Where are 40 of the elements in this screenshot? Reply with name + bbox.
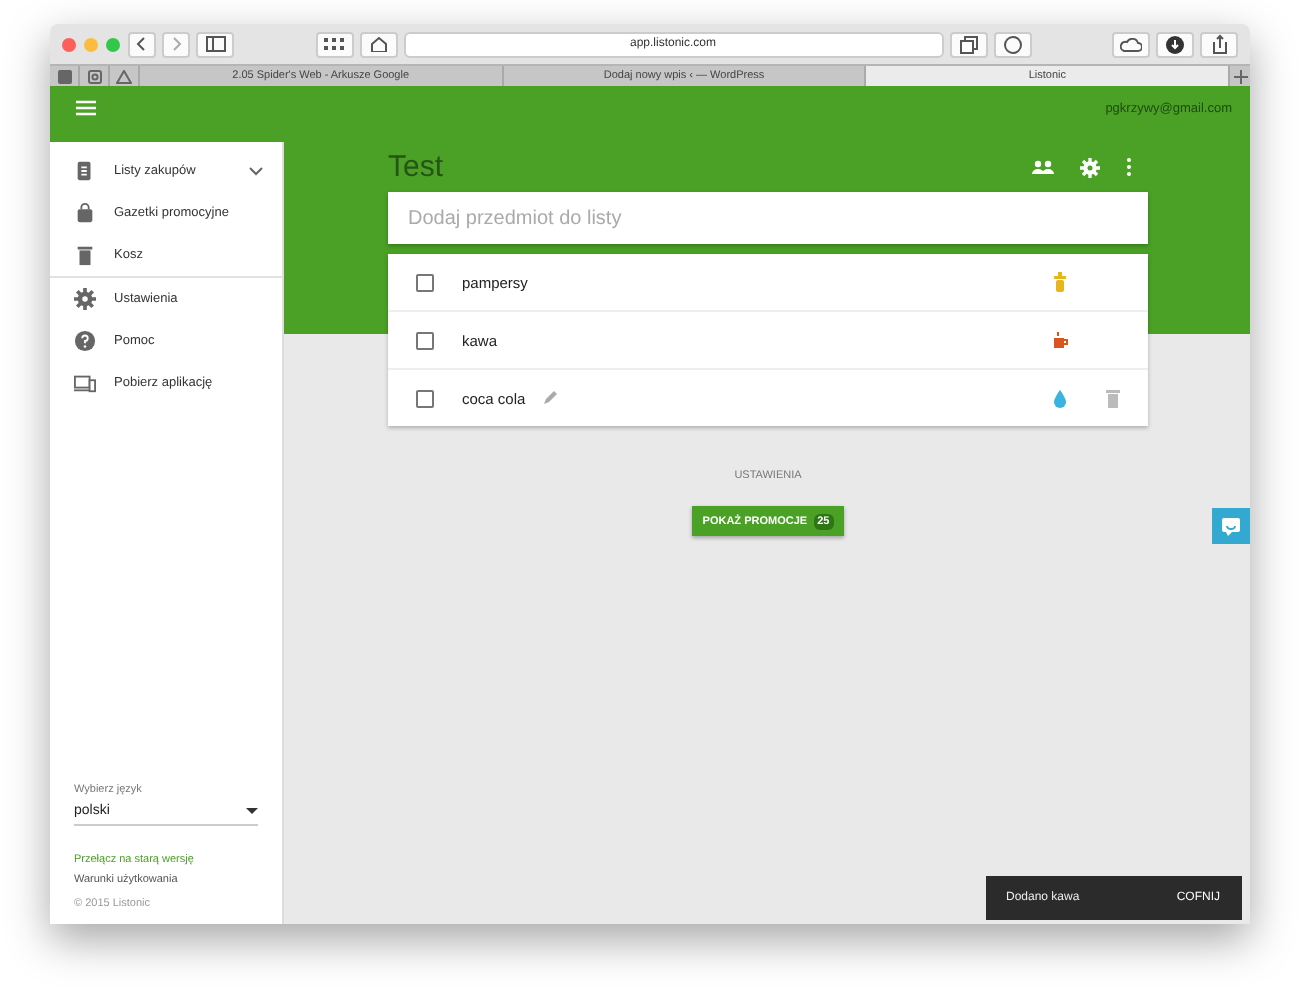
grid-icon — [324, 38, 344, 50]
caret-icon — [246, 808, 258, 814]
chat-icon — [1222, 517, 1240, 535]
grid-button[interactable] — [315, 31, 353, 57]
drop-icon[interactable] — [1052, 388, 1068, 408]
sidebar-icon — [205, 36, 225, 52]
tabs-button[interactable] — [949, 31, 987, 57]
list-title: Test — [388, 150, 446, 184]
zoom-button[interactable] — [106, 37, 120, 51]
cup-icon[interactable] — [1052, 330, 1068, 350]
checkbox[interactable] — [416, 331, 434, 349]
settings-icon — [74, 288, 96, 310]
help-icon — [74, 330, 96, 352]
list-icon — [74, 160, 96, 182]
home-icon — [369, 36, 387, 52]
home-button[interactable] — [359, 31, 397, 57]
menu-icon[interactable] — [76, 100, 96, 116]
tabs-icon — [959, 35, 977, 53]
bottle-icon[interactable] — [1052, 272, 1068, 292]
checkbox[interactable] — [416, 273, 434, 291]
trash-icon[interactable] — [1106, 389, 1120, 407]
add-item-field[interactable]: Dodaj przedmiot do listy — [388, 192, 1148, 244]
checkbox[interactable] — [416, 389, 434, 407]
devices-icon — [74, 372, 96, 394]
download-icon[interactable] — [1156, 31, 1194, 57]
pencil-icon[interactable] — [541, 390, 558, 406]
chevron-down-icon[interactable] — [248, 166, 264, 176]
sidebar-toggle-button[interactable] — [196, 31, 234, 57]
close-button[interactable] — [62, 37, 76, 51]
cloud-icon[interactable] — [1112, 31, 1150, 57]
chevron-left-icon — [134, 36, 150, 52]
chevron-right-icon — [168, 36, 184, 52]
share-icon[interactable] — [1200, 31, 1238, 57]
chat-button[interactable] — [1212, 508, 1250, 544]
people-icon[interactable] — [1032, 160, 1054, 174]
more-icon[interactable] — [1126, 158, 1132, 176]
trash-icon — [74, 244, 96, 266]
settings-icon[interactable] — [1080, 157, 1100, 177]
back-button[interactable] — [128, 31, 156, 57]
new-tab-button[interactable] — [1230, 66, 1250, 86]
